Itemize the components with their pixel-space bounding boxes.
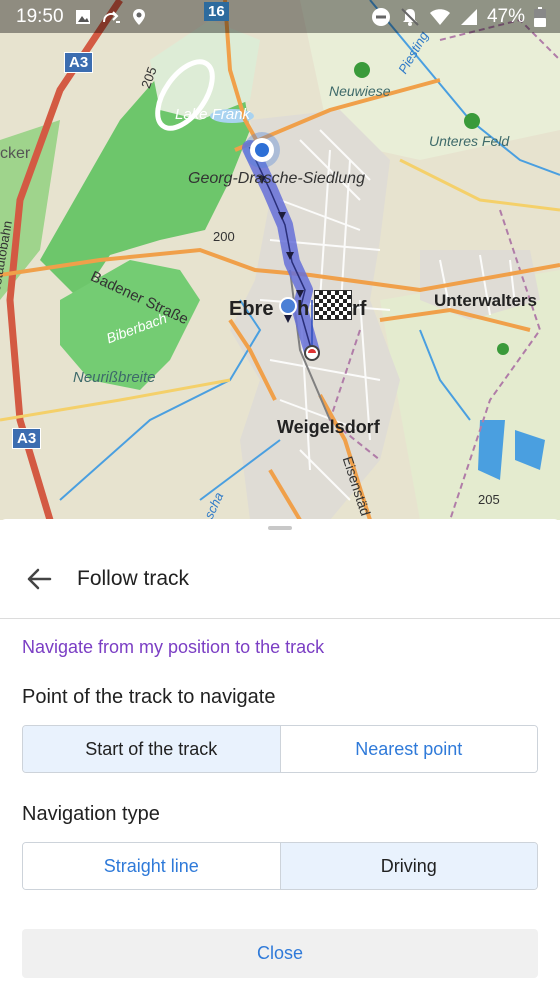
battery-percent: 47%: [486, 5, 525, 27]
back-arrow-icon[interactable]: [24, 564, 54, 594]
follow-track-sheet: Follow track Navigate from my position t…: [0, 519, 560, 995]
tree-icon: [354, 62, 370, 78]
tree-icon: [464, 113, 480, 129]
label-neuwiese: Neuwiese: [329, 83, 391, 99]
header-divider: [0, 618, 560, 619]
label-ebreichsdorf-left: Ebre: [229, 298, 274, 320]
point-of-track-selector: Start of the track Nearest point: [22, 725, 538, 773]
section-title: Navigate from my position to the track: [22, 637, 325, 657]
sheet-title: Follow track: [77, 567, 190, 590]
call-forward-icon: [102, 10, 120, 23]
label-weigelsdorf: Weigelsdorf: [277, 417, 380, 437]
close-button[interactable]: Close: [22, 929, 538, 978]
label-unterwalters: Unterwalters: [434, 291, 537, 310]
status-time: 19:50: [16, 5, 64, 27]
sheet-header: Follow track: [0, 539, 560, 603]
image-icon: [75, 9, 90, 24]
map-canvas[interactable]: [0, 0, 560, 520]
tree-icon: [497, 343, 509, 355]
nearest-point-option[interactable]: Nearest point: [279, 726, 537, 772]
straight-line-option[interactable]: Straight line: [23, 843, 280, 889]
location-pin-icon: [132, 8, 145, 25]
label-ebreichsdorf-mid: h: [297, 298, 310, 320]
road-16-badge: 16: [204, 2, 229, 21]
battery-icon: [534, 6, 546, 27]
signal-icon: [460, 8, 477, 25]
my-position-marker[interactable]: [250, 138, 274, 162]
finish-flag-icon[interactable]: [314, 290, 352, 320]
start-of-track-option[interactable]: Start of the track: [23, 726, 280, 772]
label-georg-drasche-siedlung: Georg-Drasche-Siedlung: [188, 170, 365, 187]
track-start-icon[interactable]: [279, 297, 297, 315]
label-cker: cker: [0, 145, 31, 162]
navigation-type-label: Navigation type: [22, 803, 160, 825]
label-ebreichsdorf-right: rf: [352, 298, 367, 320]
status-bar: 19:50 47%: [0, 0, 560, 33]
navigation-type-selector: Straight line Driving: [22, 842, 538, 890]
map-view[interactable]: A3 16 A3 Lake Frank Neuwiese Piesting Un…: [0, 0, 560, 520]
a3-top-badge: A3: [64, 52, 94, 73]
label-neurissbreite: Neurißbreite: [73, 369, 156, 386]
a3-bottom-badge: A3: [12, 428, 42, 449]
point-of-track-label: Point of the track to navigate: [22, 686, 276, 708]
wifi-icon: [429, 8, 450, 25]
label-unteres-feld: Unteres Feld: [429, 133, 510, 149]
label-elevation-205: 205: [478, 492, 500, 507]
destination-pin-icon[interactable]: [304, 345, 320, 361]
label-lake-frank: Lake Frank: [175, 106, 251, 123]
label-elevation-200: 200: [213, 229, 235, 244]
do-not-disturb-icon: [371, 7, 390, 26]
notifications-off-icon: [401, 7, 419, 26]
driving-option[interactable]: Driving: [279, 843, 537, 889]
sheet-drag-handle[interactable]: [268, 526, 292, 530]
my-position-dot: [255, 143, 269, 157]
